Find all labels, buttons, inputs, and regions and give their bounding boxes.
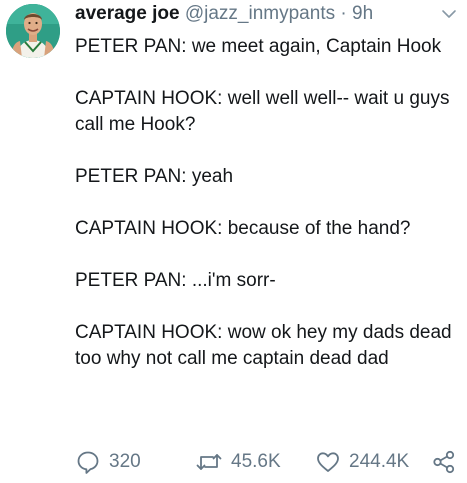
tweet-text: PETER PAN: we meet again, Captain Hook C… <box>75 34 455 372</box>
tweet-line: PETER PAN: we meet again, Captain Hook <box>75 36 442 57</box>
tweet-line: CAPTAIN HOOK: because of the hand? <box>75 218 411 239</box>
avatar-photo <box>6 4 60 58</box>
tweet-menu-button[interactable] <box>441 6 457 22</box>
tweet-line: CAPTAIN HOOK: wow ok hey my dads dead to… <box>75 322 452 369</box>
heart-icon <box>317 452 339 472</box>
author-handle[interactable]: @jazz_inmypants <box>185 3 335 24</box>
tweet-line: CAPTAIN HOOK: well well well-- wait u gu… <box>75 88 450 135</box>
separator-dot: · <box>340 3 347 24</box>
reply-button[interactable]: 320 <box>75 448 141 476</box>
tweet-line: PETER PAN: ...i'm sorr- <box>75 270 276 291</box>
reply-icon <box>77 451 99 474</box>
retweet-icon <box>196 454 222 470</box>
like-button[interactable]: 244.4K <box>315 448 409 476</box>
retweet-count: 45.6K <box>231 451 281 472</box>
tweet-header: average joe @jazz_inmypants · 9h <box>75 2 437 26</box>
tweet[interactable]: average joe @jazz_inmypants · 9h PETER P… <box>0 0 467 483</box>
retweet-button[interactable]: 45.6K <box>195 448 281 476</box>
share-button[interactable] <box>431 448 457 476</box>
avatar[interactable] <box>6 4 60 58</box>
reply-count: 320 <box>109 451 141 472</box>
like-count: 244.4K <box>349 451 410 472</box>
tweet-line: PETER PAN: yeah <box>75 166 234 187</box>
chevron-down-icon <box>442 10 456 18</box>
tweet-timestamp[interactable]: 9h <box>352 3 373 24</box>
author-name[interactable]: average joe <box>75 3 180 24</box>
share-icon <box>433 450 455 474</box>
tweet-actions: 320 45.6K 244.4K <box>75 448 460 476</box>
